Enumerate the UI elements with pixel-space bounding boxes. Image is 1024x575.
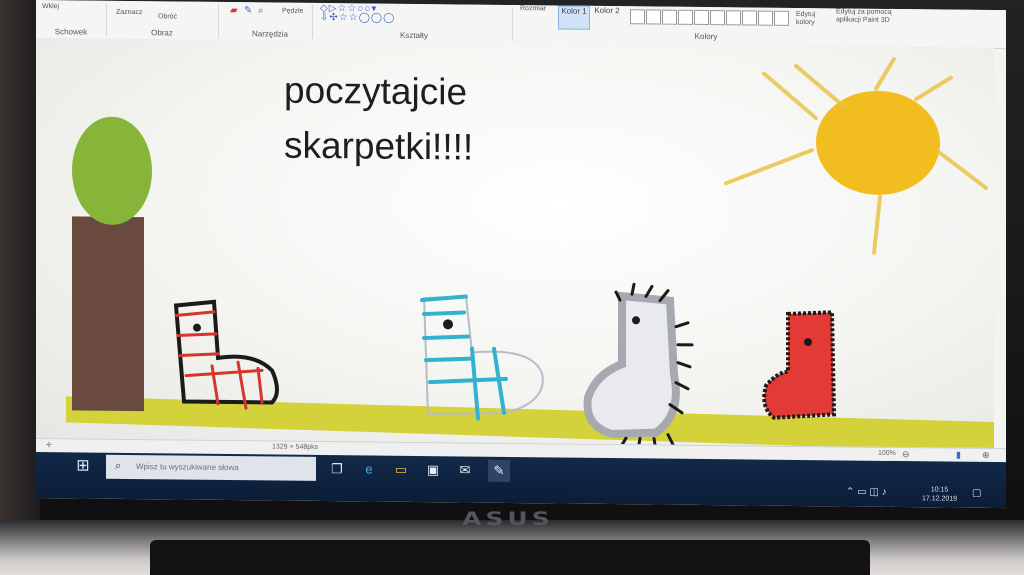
eraser-icon[interactable]: ▰ (230, 5, 238, 16)
windows-start-icon[interactable]: ⊞ (72, 455, 94, 477)
color-swatch[interactable] (630, 9, 645, 25)
clock-time: 10:15 (930, 486, 949, 494)
edit-colors-button[interactable]: Edytuj kolory (796, 11, 836, 27)
ribbon-separator (512, 6, 513, 41)
rotate-button[interactable]: Obróć (158, 13, 177, 20)
tree-trunk (72, 216, 144, 412)
color-swatch[interactable] (726, 10, 741, 26)
system-tray-icons[interactable]: ⌃ ▭ ◫ ♪ (846, 486, 887, 497)
image-group-label: Obraz (151, 28, 173, 38)
tree-crown (72, 116, 152, 225)
laptop-brand-logo: ASUS (462, 507, 554, 530)
canvas-text-line2: skarpetki!!!! (284, 124, 474, 168)
canvas-text: poczytajcie skarpetki!!!! (284, 63, 473, 175)
size-button[interactable]: Rozmiar (520, 5, 546, 12)
paste-button[interactable]: Wklej (42, 3, 59, 10)
color-swatch[interactable] (742, 10, 757, 26)
ribbon-separator (218, 3, 219, 38)
taskbar-search-input[interactable]: ⌕ Wpisz tu wyszukiwane słowa (106, 454, 316, 481)
color-swatch[interactable] (774, 10, 789, 26)
tools-group-label: Narzędzia (251, 29, 288, 39)
zoom-out-icon[interactable]: ⊖ (902, 449, 910, 460)
store-icon[interactable]: ▣ (422, 459, 444, 481)
clock-date: 17.12.2019 (922, 495, 958, 503)
paint-canvas[interactable]: poczytajcie skarpetki!!!! (36, 38, 994, 449)
file-explorer-icon[interactable]: ▭ (390, 459, 412, 481)
zoom-in-icon[interactable]: ⊕ (982, 450, 990, 461)
shapes-gallery-icon-row2[interactable]: ⇩✣☆☆◯◯◯ (320, 12, 395, 24)
search-placeholder: Wpisz tu wyszukiwane słowa (136, 462, 239, 473)
color-picker-icon[interactable]: ✎ (244, 5, 252, 16)
color-swatch[interactable] (678, 9, 693, 25)
laptop-screen: Wklej Schowek Zaznacz Obróć Obraz ▰ ✎ ⌕ … (36, 0, 1006, 509)
paint-app-icon[interactable]: ✎ (488, 459, 510, 482)
sun (724, 56, 988, 255)
zoom-slider-thumb[interactable]: ▮ (956, 450, 961, 461)
zoom-level: 100% (878, 449, 896, 458)
clipboard-group: Wklej Schowek (36, 0, 106, 39)
sock-red (762, 310, 837, 420)
color-swatch[interactable] (646, 9, 661, 25)
shapes-group: ◇▷☆☆○○▾ ⇩✣☆☆◯◯◯ Kształty (316, 3, 512, 43)
ribbon-separator (106, 2, 107, 37)
taskbar-clock[interactable]: 10:15 17.12.2019 (922, 485, 957, 503)
cursor-position-icon: ✛ (46, 442, 52, 450)
ribbon-separator (312, 4, 313, 39)
sock-black-red (173, 299, 279, 410)
paint3d-button[interactable]: Edytuj za pomocą aplikacji Paint 3D (836, 8, 894, 25)
colors-group: Kolory (626, 6, 789, 46)
laptop-hinge (150, 540, 870, 575)
colors-group-label: Kolory (694, 31, 718, 42)
task-view-icon[interactable]: ❐ (326, 458, 348, 480)
color-swatch[interactable] (694, 9, 709, 26)
color-swatch[interactable] (662, 9, 677, 25)
clipboard-group-label: Schowek (54, 27, 88, 37)
sock-blue-stripes (420, 294, 544, 421)
image-group: Zaznacz Obróć Obraz (108, 1, 216, 40)
tools-group: ▰ ✎ ⌕ Pędzle Narzędzia (220, 2, 320, 41)
color-swatch[interactable] (710, 10, 725, 26)
edge-browser-icon[interactable]: e (358, 458, 380, 480)
select-button[interactable]: Zaznacz (116, 9, 142, 16)
background-left (0, 0, 40, 575)
brushes-button[interactable]: Pędzle (282, 8, 303, 15)
color1-button[interactable]: Kolor 1 (558, 5, 590, 30)
shapes-group-label: Kształty (399, 30, 428, 41)
notifications-icon[interactable]: ▢ (972, 488, 986, 500)
search-icon: ⌕ (115, 459, 122, 472)
magnifier-icon[interactable]: ⌕ (258, 5, 264, 16)
canvas-size-text: 1329 × 548pks (272, 443, 319, 451)
color-swatch[interactable] (758, 10, 773, 26)
canvas-text-line1: poczytajcie (284, 69, 468, 113)
mail-icon[interactable]: ✉ (454, 459, 476, 481)
drawing-svg (66, 56, 994, 449)
color2-button[interactable]: Kolor 2 (592, 6, 622, 28)
